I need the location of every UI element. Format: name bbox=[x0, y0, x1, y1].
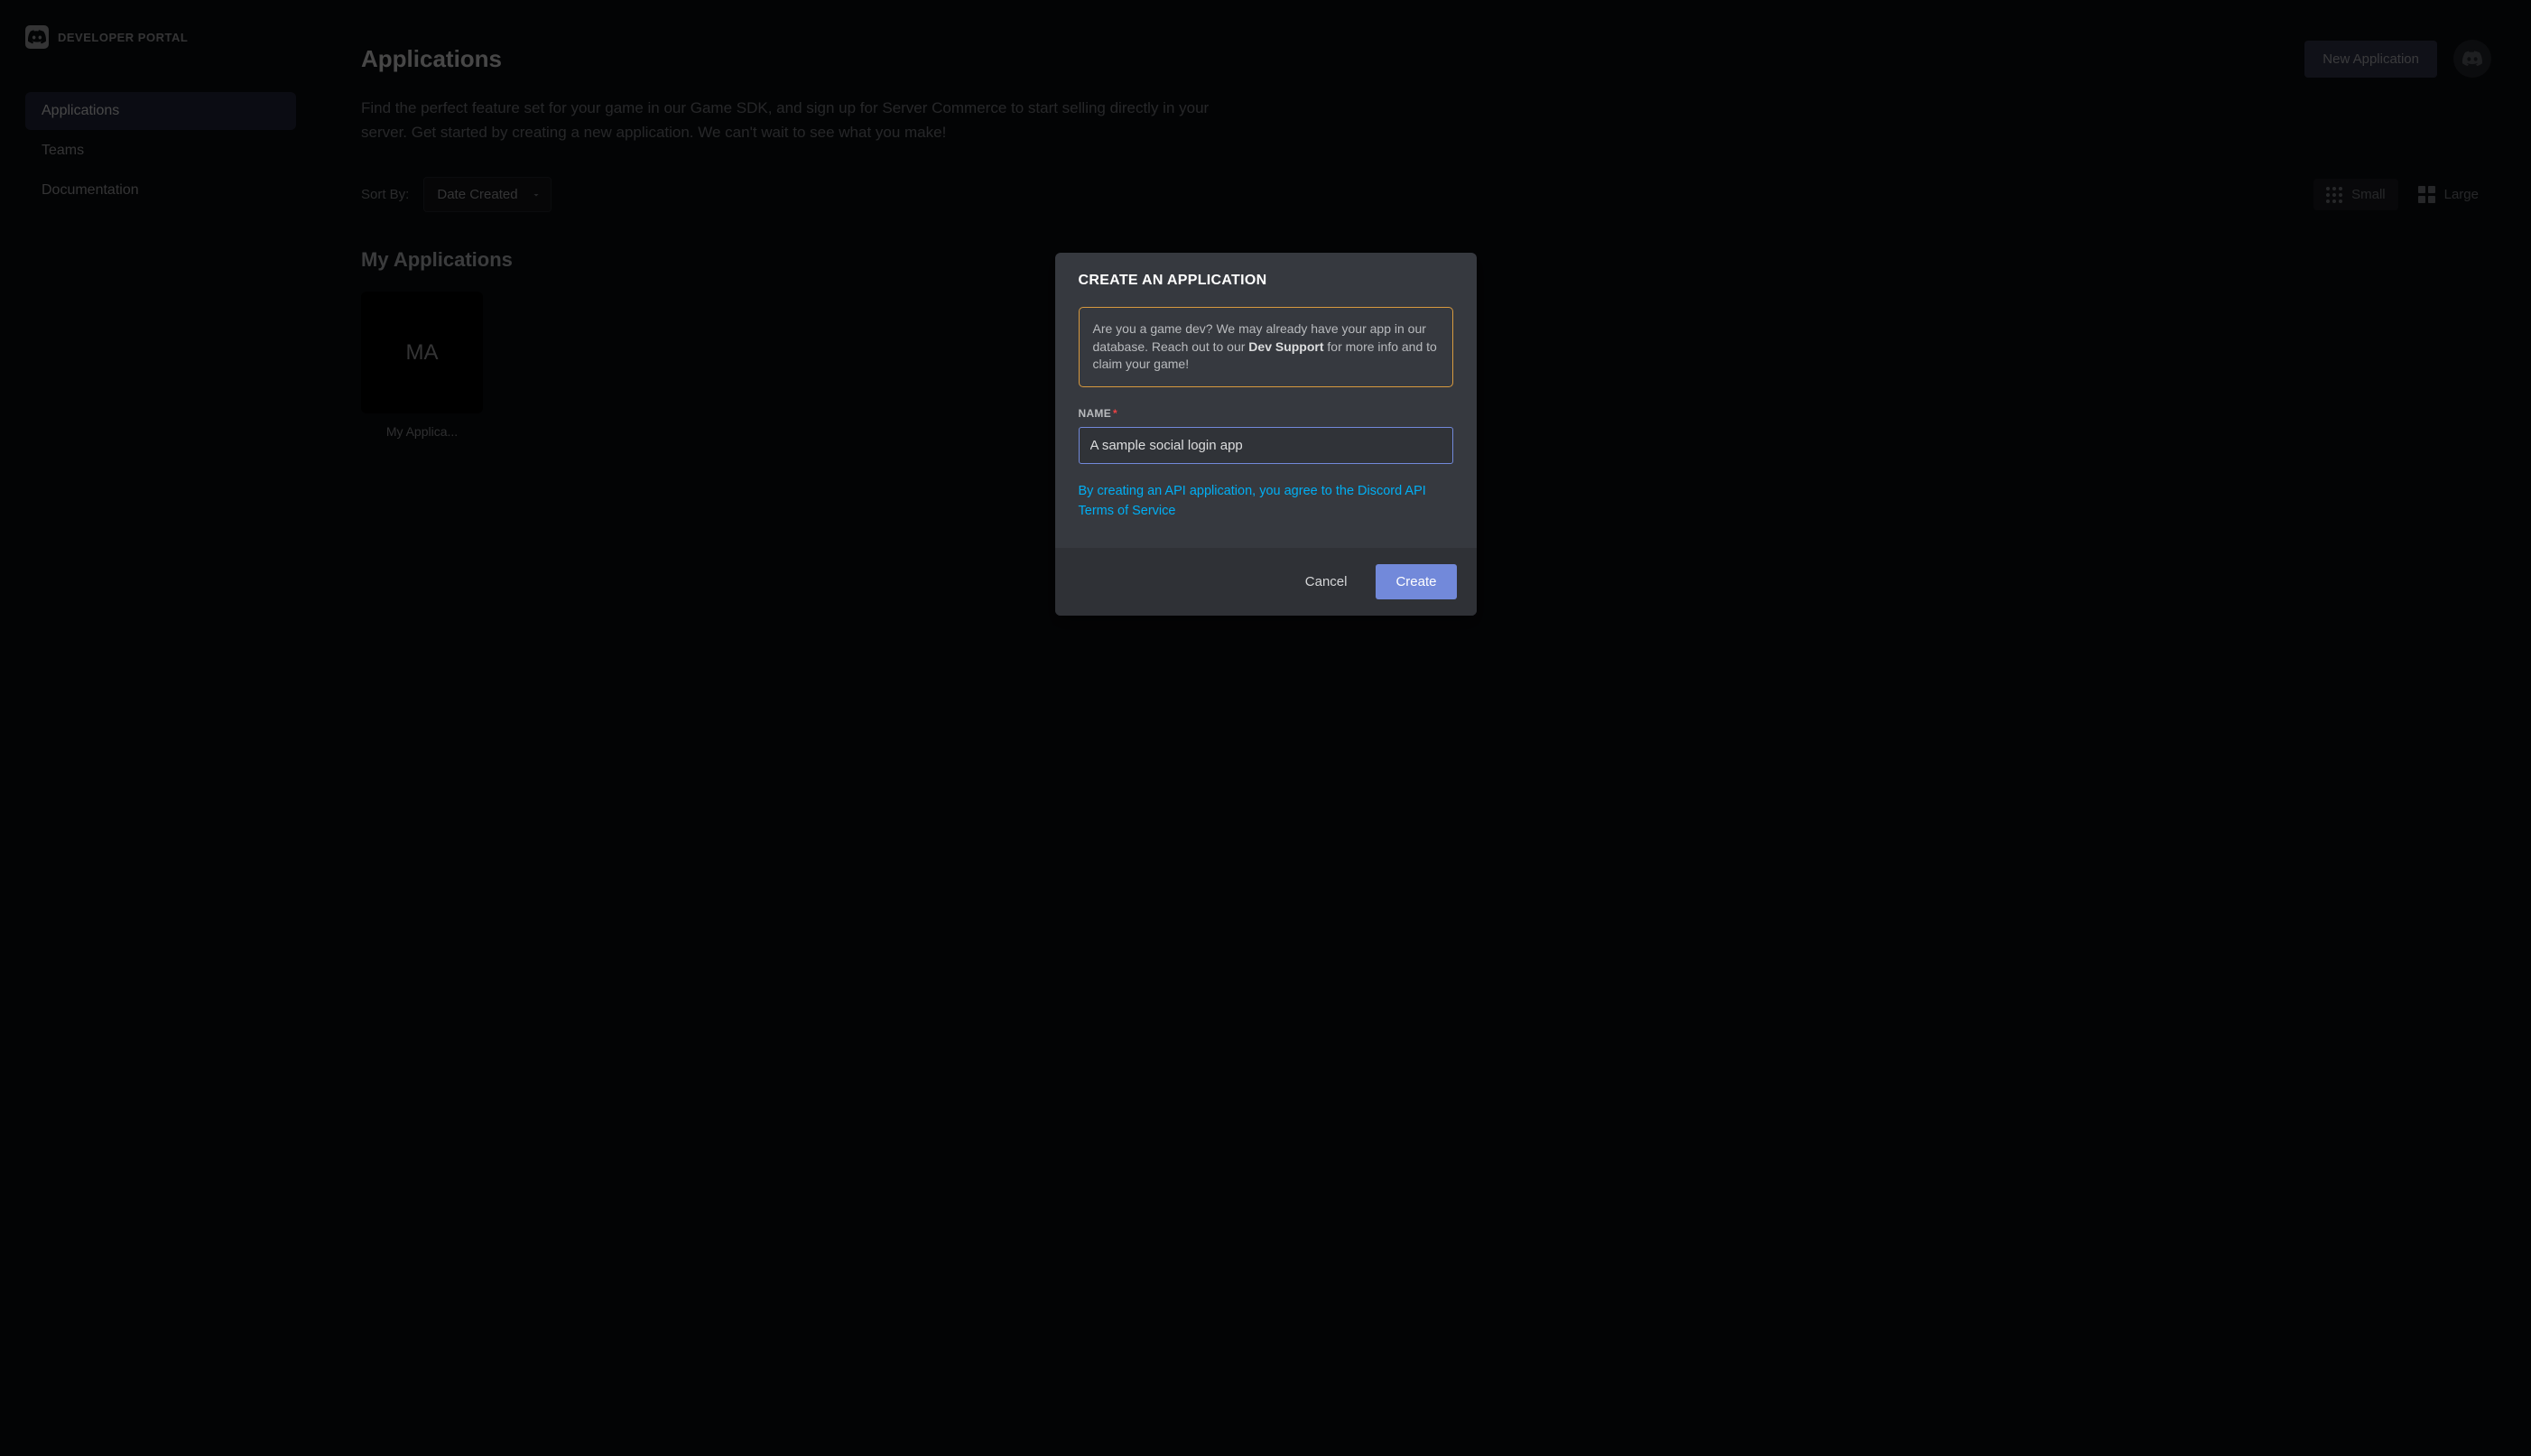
cancel-button[interactable]: Cancel bbox=[1294, 565, 1358, 598]
required-indicator: * bbox=[1113, 407, 1117, 420]
game-dev-info-box: Are you a game dev? We may already have … bbox=[1079, 307, 1453, 387]
create-application-modal: CREATE AN APPLICATION Are you a game dev… bbox=[1055, 253, 1477, 616]
create-button[interactable]: Create bbox=[1376, 564, 1456, 599]
modal-overlay[interactable]: CREATE AN APPLICATION Are you a game dev… bbox=[0, 0, 2531, 1456]
tos-agreement-link[interactable]: By creating an API application, you agre… bbox=[1079, 482, 1453, 522]
modal-title: CREATE AN APPLICATION bbox=[1079, 273, 1453, 289]
name-field-label: NAME* bbox=[1079, 407, 1453, 420]
application-name-input[interactable] bbox=[1079, 427, 1453, 464]
modal-footer: Cancel Create bbox=[1055, 548, 1477, 616]
dev-support-link[interactable]: Dev Support bbox=[1248, 339, 1323, 354]
